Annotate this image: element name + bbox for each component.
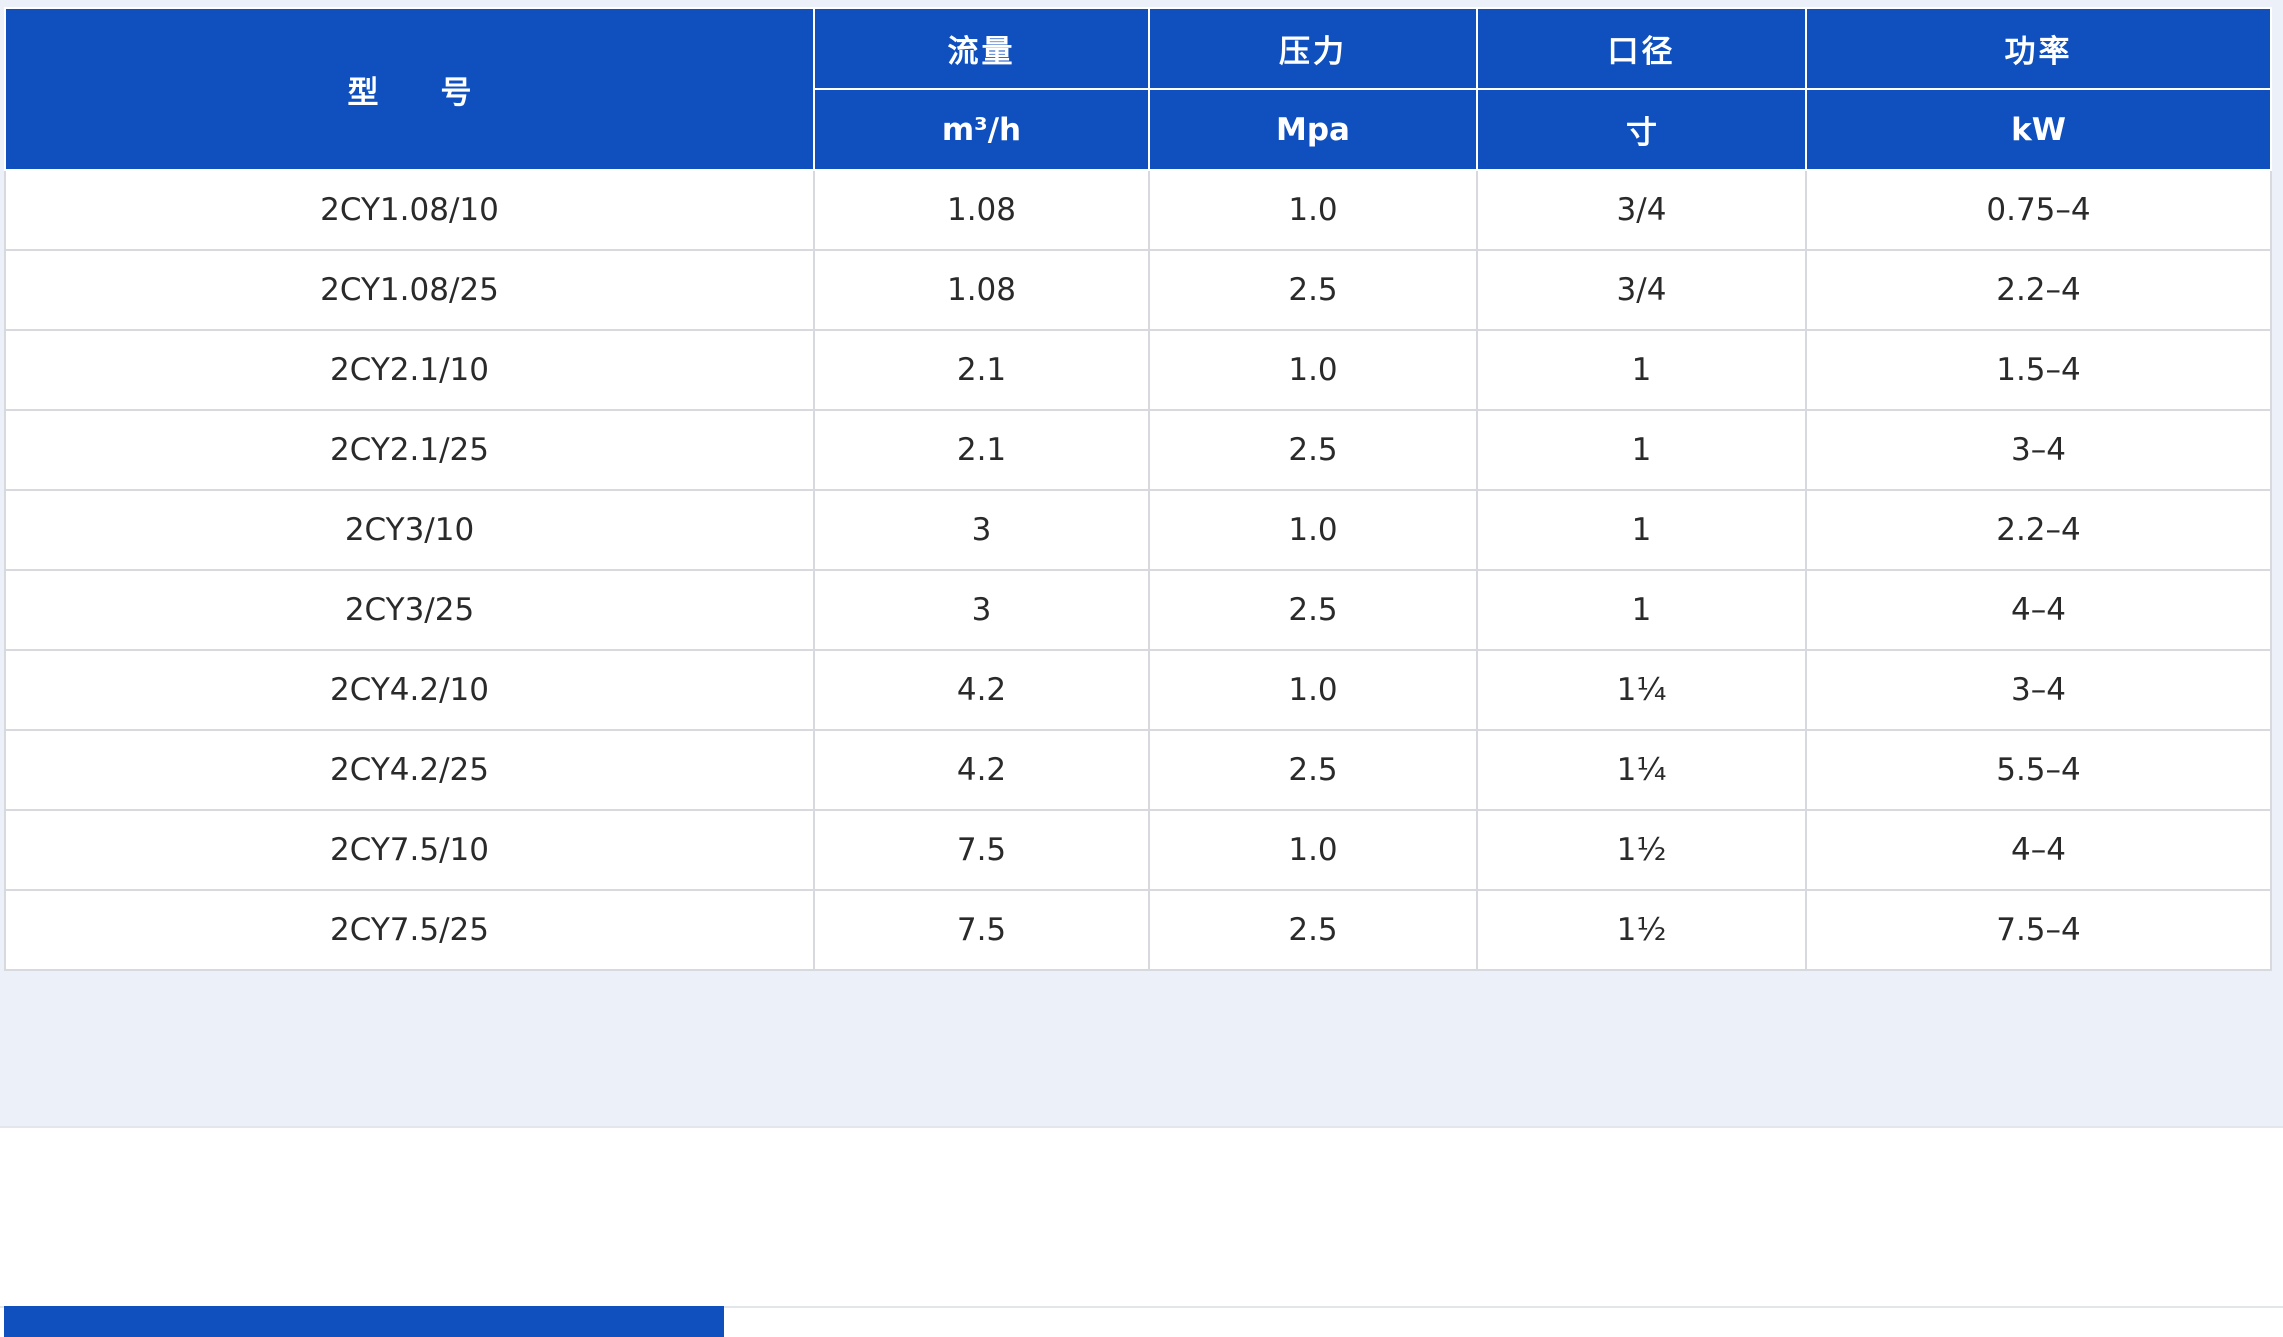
model-cell: 2CY4.2/25	[4, 729, 815, 811]
model-cell: 2CY7.5/10	[4, 809, 815, 891]
flow-cell: 7.5	[813, 889, 1150, 971]
caliber-cell: 1	[1476, 569, 1807, 651]
table-row: 2CY7.5/10 7.5 1.0 1½ 4–4	[4, 809, 2272, 891]
section-tab-bar[interactable]	[4, 1306, 724, 1337]
table-row: 2CY4.2/25 4.2 2.5 1¼ 5.5–4	[4, 729, 2272, 811]
flow-cell: 3	[813, 569, 1150, 651]
model-cell: 2CY3/10	[4, 489, 815, 571]
pressure-cell: 2.5	[1148, 569, 1478, 651]
power-cell: 4–4	[1805, 809, 2272, 891]
table-row: 2CY3/25 3 2.5 1 4–4	[4, 569, 2272, 651]
power-cell: 5.5–4	[1805, 729, 2272, 811]
model-cell: 2CY2.1/25	[4, 409, 815, 491]
power-unit: kW	[1805, 88, 2272, 171]
model-cell: 2CY1.08/10	[4, 170, 815, 251]
flow-cell: 4.2	[813, 729, 1150, 811]
pressure-cell: 1.0	[1148, 329, 1478, 411]
flow-cell: 4.2	[813, 649, 1150, 731]
model-cell: 2CY3/25	[4, 569, 815, 651]
flow-cell: 7.5	[813, 809, 1150, 891]
caliber-cell: 1¼	[1476, 729, 1807, 811]
flow-cell: 1.08	[813, 170, 1150, 251]
pressure-cell: 2.5	[1148, 249, 1478, 331]
power-header: 功率	[1805, 7, 2272, 90]
pressure-cell: 2.5	[1148, 729, 1478, 811]
pressure-cell: 1.0	[1148, 170, 1478, 251]
pressure-cell: 2.5	[1148, 889, 1478, 971]
power-cell: 3–4	[1805, 409, 2272, 491]
flow-cell: 1.08	[813, 249, 1150, 331]
spec-panel: 型号 流量 压力 口径 功率 m³/h Mpa 寸 kW 2CY1.08/10 …	[0, 0, 2283, 1128]
pump-spec-table: 型号 流量 压力 口径 功率 m³/h Mpa 寸 kW 2CY1.08/10 …	[4, 7, 2272, 971]
model-cell: 2CY2.1/10	[4, 329, 815, 411]
power-cell: 0.75–4	[1805, 170, 2272, 251]
power-cell: 2.2–4	[1805, 249, 2272, 331]
header-row: 型号 流量 压力 口径 功率	[4, 7, 2272, 171]
power-cell: 4–4	[1805, 569, 2272, 651]
caliber-cell: 1	[1476, 489, 1807, 571]
table-row: 2CY7.5/25 7.5 2.5 1½ 7.5–4	[4, 889, 2272, 971]
caliber-cell: 3/4	[1476, 249, 1807, 331]
flow-cell: 2.1	[813, 409, 1150, 491]
pressure-cell: 1.0	[1148, 649, 1478, 731]
caliber-cell: 1	[1476, 409, 1807, 491]
model-cell: 2CY1.08/25	[4, 249, 815, 331]
table-row: 2CY2.1/25 2.1 2.5 1 3–4	[4, 409, 2272, 491]
flow-unit: m³/h	[813, 88, 1150, 171]
flow-header: 流量	[813, 7, 1150, 90]
pressure-cell: 1.0	[1148, 489, 1478, 571]
table-row: 2CY3/10 3 1.0 1 2.2–4	[4, 489, 2272, 571]
caliber-unit: 寸	[1476, 88, 1807, 171]
flow-cell: 2.1	[813, 329, 1150, 411]
power-cell: 3–4	[1805, 649, 2272, 731]
model-cell: 2CY4.2/10	[4, 649, 815, 731]
model-header-char-2: 号	[440, 74, 472, 111]
pressure-cell: 1.0	[1148, 809, 1478, 891]
power-cell: 2.2–4	[1805, 489, 2272, 571]
pressure-cell: 2.5	[1148, 409, 1478, 491]
caliber-cell: 1	[1476, 329, 1807, 411]
model-header-char-1: 型	[347, 74, 379, 111]
caliber-header: 口径	[1476, 7, 1807, 90]
model-cell: 2CY7.5/25	[4, 889, 815, 971]
pressure-unit: Mpa	[1148, 88, 1478, 171]
model-header: 型号	[4, 7, 815, 171]
table-row: 2CY2.1/10 2.1 1.0 1 1.5–4	[4, 329, 2272, 411]
caliber-cell: 1½	[1476, 889, 1807, 971]
flow-cell: 3	[813, 489, 1150, 571]
power-cell: 7.5–4	[1805, 889, 2272, 971]
caliber-cell: 3/4	[1476, 170, 1807, 251]
caliber-cell: 1¼	[1476, 649, 1807, 731]
table-row: 2CY4.2/10 4.2 1.0 1¼ 3–4	[4, 649, 2272, 731]
power-cell: 1.5–4	[1805, 329, 2272, 411]
pressure-header: 压力	[1148, 7, 1478, 90]
table-row: 2CY1.08/10 1.08 1.0 3/4 0.75–4	[4, 170, 2272, 251]
caliber-cell: 1½	[1476, 809, 1807, 891]
table-row: 2CY1.08/25 1.08 2.5 3/4 2.2–4	[4, 249, 2272, 331]
